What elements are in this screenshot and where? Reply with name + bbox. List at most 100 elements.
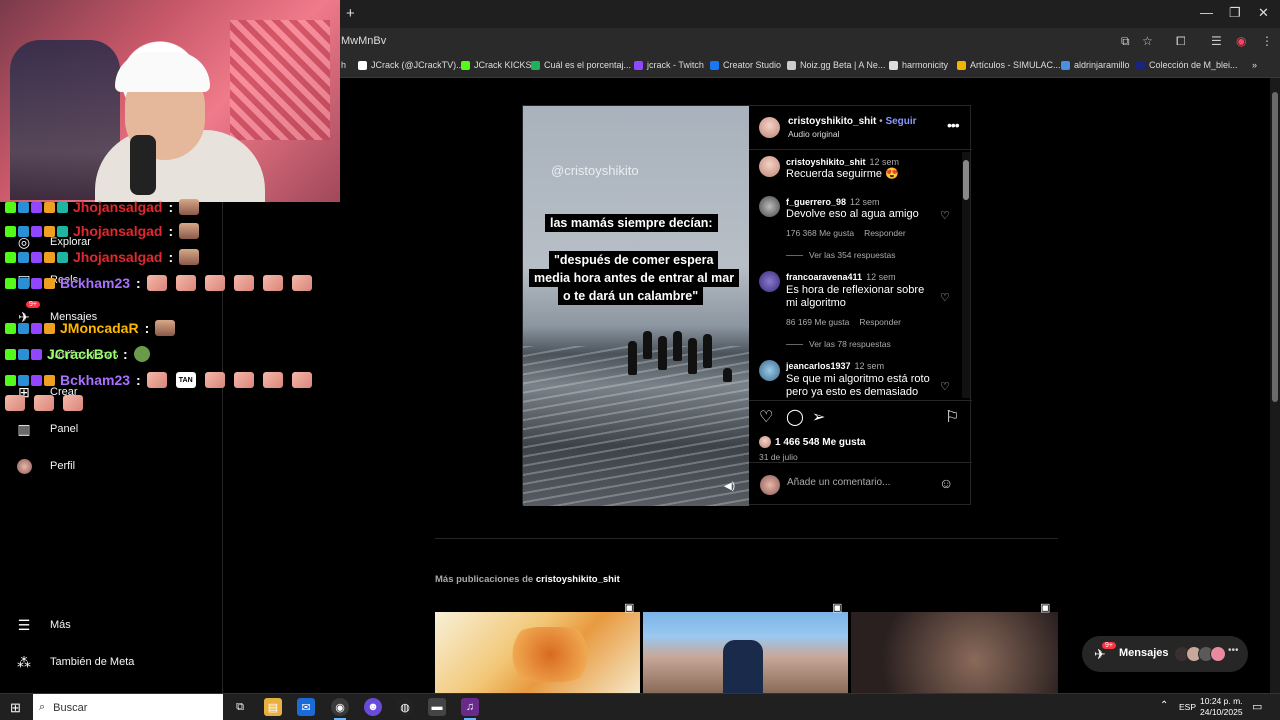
nav-mas[interactable]: ☰ Más xyxy=(16,617,71,633)
close-icon[interactable]: ✕ xyxy=(1258,5,1269,21)
page-scrollbar[interactable] xyxy=(1270,78,1280,693)
author-name[interactable]: cristoyshikito_shit xyxy=(788,116,876,127)
comments-scrollbar[interactable] xyxy=(962,152,970,398)
commenter-avatar[interactable] xyxy=(759,271,780,292)
restore-icon[interactable]: ❐ xyxy=(1229,5,1241,21)
nav-panel[interactable]: ▥ Panel xyxy=(16,421,78,437)
url-text[interactable]: MwMnBv xyxy=(341,35,386,47)
emote xyxy=(262,372,283,388)
meta-icon: ⁂ xyxy=(17,653,31,670)
reel-icon: ▣ xyxy=(1040,602,1051,614)
more-dots-icon[interactable]: ••• xyxy=(1228,645,1239,656)
file-explorer-icon[interactable]: ▤ xyxy=(264,698,282,716)
reply-button[interactable]: Responder xyxy=(864,228,906,238)
scrollbar-thumb[interactable] xyxy=(1272,92,1278,402)
bookmark-4[interactable]: Creator Studio xyxy=(710,60,781,70)
comment-like-icon[interactable]: ♡ xyxy=(940,291,950,304)
comment-input[interactable] xyxy=(787,477,937,488)
emote xyxy=(233,275,254,291)
comment-likes[interactable]: 86 169 Me gusta xyxy=(786,317,849,327)
bookmark-3[interactable]: jcrack - Twitch xyxy=(634,60,704,70)
comments-scroll-thumb[interactable] xyxy=(963,160,969,200)
view-replies[interactable]: Ver las 354 respuestas xyxy=(786,250,895,260)
bookmark-7[interactable]: Artículos - SIMULAC... xyxy=(957,60,1061,70)
kick-badge xyxy=(5,374,16,386)
minimize-icon[interactable]: — xyxy=(1200,5,1213,20)
post-thumbnail[interactable] xyxy=(435,612,640,693)
verified-badge xyxy=(18,374,29,386)
webcam-overlay xyxy=(0,0,340,202)
emoji-icon[interactable]: ☺ xyxy=(939,475,953,491)
taskbar-search[interactable]: ⌕ Buscar xyxy=(33,694,223,720)
bookmark-star-icon[interactable]: ☆ xyxy=(1142,34,1153,48)
emote xyxy=(204,275,225,291)
commenter-avatar[interactable] xyxy=(759,156,780,177)
more-bookmarks-icon[interactable]: » xyxy=(1252,60,1257,70)
message-avatars xyxy=(1174,646,1226,662)
view-replies[interactable]: Ver las 78 respuestas xyxy=(786,339,891,349)
tray-clock[interactable]: 10:24 p. m. 24/10/2025 xyxy=(1200,696,1243,718)
comment-username[interactable]: francoaravena411 xyxy=(786,272,862,282)
audio-label[interactable]: Audio original xyxy=(788,129,840,139)
comment-time: 12 sem xyxy=(869,157,900,167)
tray-language[interactable]: ESP xyxy=(1179,702,1196,712)
comment-like-icon[interactable]: ♡ xyxy=(940,380,950,393)
windows-start-icon[interactable]: ⊞ xyxy=(10,700,21,716)
post-thumbnail[interactable] xyxy=(851,612,1058,693)
comment-text: Devolve eso al agua amigo xyxy=(786,208,919,220)
save-icon[interactable]: ⚐ xyxy=(945,407,959,427)
app-icon[interactable]: ▬ xyxy=(428,698,446,716)
notification-icon[interactable]: ▭ xyxy=(1252,700,1262,713)
bookmark-5[interactable]: Noiz.gg Beta | A Ne... xyxy=(787,60,885,70)
discord-icon[interactable]: ☻ xyxy=(364,698,382,716)
nav-perfil[interactable]: Perfil xyxy=(16,458,75,474)
post-thumbnail[interactable] xyxy=(643,612,848,693)
more-posts-user[interactable]: cristoyshikito_shit xyxy=(536,574,620,585)
tray-chevron-icon[interactable]: ⌃ xyxy=(1160,700,1168,711)
comment-username[interactable]: jeancarlos1937 xyxy=(786,361,851,371)
like-icon[interactable]: ♡ xyxy=(759,407,773,427)
reply-button[interactable]: Responder xyxy=(859,317,901,327)
bookmark-fragment: h xyxy=(341,60,347,70)
bookmark-8[interactable]: aldrinjaramillo xyxy=(1061,60,1130,70)
commenter-avatar[interactable] xyxy=(759,196,780,217)
obs-icon[interactable]: ◍ xyxy=(396,698,414,716)
bookmark-9[interactable]: Colección de M_blei... xyxy=(1136,60,1238,70)
commenter-avatar[interactable] xyxy=(759,360,780,381)
emote xyxy=(179,223,200,239)
person xyxy=(723,368,732,382)
messages-floating-button[interactable]: ✈ 9+ Mensajes ••• xyxy=(1082,636,1248,672)
bookmark-2[interactable]: Cuál es el porcentaj... xyxy=(531,60,631,70)
emote xyxy=(34,395,54,411)
extensions-icon[interactable]: ⧠ xyxy=(1176,34,1186,49)
media-control-icon[interactable]: ☰ xyxy=(1211,34,1222,48)
outlook-icon[interactable]: ✉ xyxy=(297,698,315,716)
reel-video[interactable]: @cristoyshikito las mamás siempre decían… xyxy=(523,106,749,506)
comment-like-icon[interactable]: ♡ xyxy=(940,209,950,222)
bookmark-0[interactable]: JCrack (@JCrackTV)... xyxy=(358,60,464,70)
comment-likes[interactable]: 176 368 Me gusta xyxy=(786,228,854,238)
menu-dots-icon[interactable]: ⋮ xyxy=(1261,34,1273,48)
follow-button[interactable]: Seguir xyxy=(885,116,916,127)
chrome-icon[interactable]: ◉ xyxy=(331,698,349,720)
likes-count[interactable]: 1 466 548 Me gusta xyxy=(775,437,866,448)
emote xyxy=(291,275,312,291)
task-view-icon[interactable]: ⧉ xyxy=(231,698,249,716)
comment-meta: 86 169 Me gusta Responder xyxy=(786,317,911,327)
more-options-icon[interactable]: ••• xyxy=(947,117,960,133)
bookmark-6[interactable]: harmonicity xyxy=(889,60,948,70)
comment-username[interactable]: f_guerrero_98 xyxy=(786,197,846,207)
author-avatar[interactable] xyxy=(759,117,780,138)
new-tab-button[interactable]: + xyxy=(346,5,355,22)
profile-icon[interactable]: ◉ xyxy=(1236,34,1246,48)
volume-icon[interactable]: ◀) xyxy=(724,481,735,492)
bookmark-1[interactable]: JCrack KICKS xyxy=(461,60,532,70)
comment-username[interactable]: cristoyshikito_shit xyxy=(786,157,866,167)
comment-icon[interactable]: ◯ xyxy=(786,407,804,427)
install-app-icon[interactable]: ⧉ xyxy=(1121,34,1130,49)
share-icon[interactable]: ➢ xyxy=(812,407,825,427)
chat-colon: : xyxy=(136,275,141,291)
verified-badge xyxy=(18,348,29,360)
nav-tambien-de-meta[interactable]: ⁂ También de Meta xyxy=(16,654,134,670)
fl-studio-icon[interactable]: ♫ xyxy=(461,698,479,720)
